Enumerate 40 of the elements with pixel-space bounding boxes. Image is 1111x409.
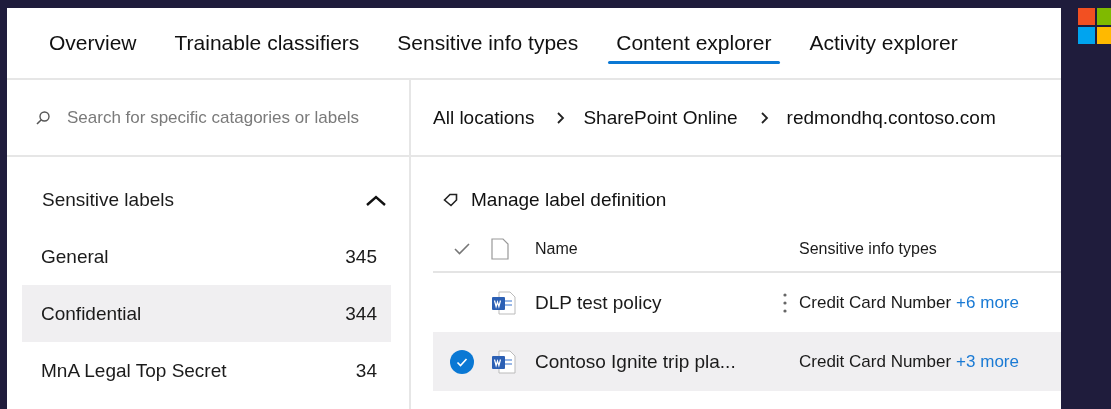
- sidebar-item[interactable]: Confidential 344: [22, 285, 391, 342]
- chevron-up-icon[interactable]: [365, 193, 387, 207]
- label-count: 345: [345, 245, 377, 268]
- manage-label-button[interactable]: Manage label definition: [433, 185, 667, 215]
- label-name: Confidential: [41, 302, 142, 325]
- file-name: DLP test policy: [535, 291, 662, 313]
- nav-tab[interactable]: Activity explorer: [801, 8, 966, 78]
- breadcrumb-link[interactable]: All locations: [433, 106, 535, 129]
- chevron-right-icon: [759, 110, 769, 125]
- breadcrumb-link[interactable]: SharePoint Online: [583, 106, 738, 129]
- label-count: 344: [345, 302, 377, 325]
- word-document-icon: [491, 349, 517, 374]
- label-count: 34: [355, 359, 377, 382]
- search-icon: [35, 109, 51, 126]
- table-row[interactable]: Contoso Ignite trip pla... Credit Card Number +3 more: [433, 332, 1061, 391]
- nav-tab[interactable]: Trainable classifiers: [166, 8, 368, 78]
- more-options-icon[interactable]: [783, 292, 787, 313]
- more-link[interactable]: +3 more: [956, 351, 1019, 372]
- breadcrumb-link[interactable]: redmondhq.contoso.com: [786, 106, 996, 129]
- checked-circle-icon[interactable]: [450, 349, 474, 374]
- info-type: Credit Card Number: [799, 292, 952, 313]
- label-name: MnA Legal Top Secret: [41, 359, 227, 382]
- tag-icon: [443, 193, 459, 207]
- nav-tab[interactable]: Sensitive info types: [389, 8, 587, 78]
- more-link[interactable]: +6 more: [956, 292, 1019, 313]
- column-header[interactable]: Name: [535, 240, 578, 257]
- nav-tab[interactable]: Overview: [41, 8, 145, 78]
- document-icon: [491, 238, 509, 260]
- chevron-right-icon: [556, 110, 566, 125]
- info-type: Credit Card Number: [799, 351, 952, 372]
- sidebar-item[interactable]: General 345: [22, 228, 391, 285]
- section-title: Sensitive labels: [42, 189, 175, 211]
- column-header[interactable]: Sensitive info types: [799, 240, 937, 258]
- label-name: General: [41, 245, 109, 268]
- nav-tab[interactable]: Content explorer: [608, 8, 780, 78]
- word-document-icon: [491, 290, 517, 315]
- file-name: Contoso Ignite trip pla...: [535, 350, 736, 372]
- logo-icon: [1078, 8, 1111, 46]
- checkmark-icon[interactable]: [454, 243, 470, 255]
- sidebar-item[interactable]: MnA Legal Top Secret 34: [22, 342, 391, 399]
